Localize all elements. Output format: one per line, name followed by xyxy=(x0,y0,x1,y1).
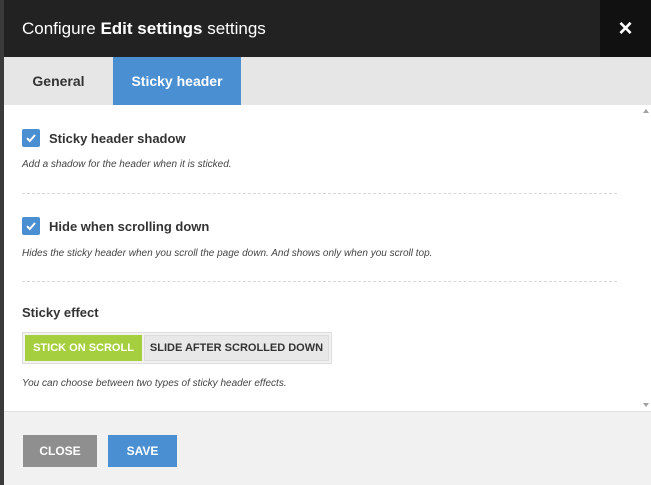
title-bold: Edit settings xyxy=(100,19,203,38)
tab-bar: General Sticky header xyxy=(4,57,651,105)
shadow-description: Add a shadow for the header when it is s… xyxy=(22,159,232,170)
hide-checkbox[interactable] xyxy=(22,217,40,235)
close-icon[interactable]: × xyxy=(600,0,651,57)
hide-setting[interactable]: Hide when scrolling down xyxy=(22,217,209,235)
tab-general[interactable]: General xyxy=(4,57,113,105)
settings-modal: Configure Edit settings settings × Gener… xyxy=(4,0,651,485)
divider xyxy=(22,281,617,282)
option-stick-on-scroll[interactable]: STICK ON SCROLL xyxy=(25,335,142,361)
divider xyxy=(22,193,617,194)
option-slide-after-scrolled-down[interactable]: SLIDE AFTER SCROLLED DOWN xyxy=(144,335,329,361)
check-icon xyxy=(26,134,36,143)
shadow-label: Sticky header shadow xyxy=(49,130,186,146)
close-button[interactable]: CLOSE xyxy=(23,435,97,467)
hide-label: Hide when scrolling down xyxy=(49,218,210,234)
sticky-effect-selector: STICK ON SCROLL SLIDE AFTER SCROLLED DOW… xyxy=(22,332,332,364)
title-prefix: Configure xyxy=(22,19,96,38)
sticky-effect-label: Sticky effect xyxy=(22,305,99,320)
title-suffix: settings xyxy=(207,19,266,38)
scroll-up-arrow-icon[interactable] xyxy=(643,109,649,113)
content-scrollbar[interactable] xyxy=(639,105,651,411)
modal-footer: CLOSE SAVE xyxy=(4,411,651,485)
scroll-down-arrow-icon[interactable] xyxy=(643,403,649,407)
settings-content: Sticky header shadow Add a shadow for th… xyxy=(4,105,651,411)
shadow-setting[interactable]: Sticky header shadow xyxy=(22,129,186,147)
check-icon xyxy=(26,222,36,231)
sticky-effect-description: You can choose between two types of stic… xyxy=(22,378,287,389)
shadow-checkbox[interactable] xyxy=(22,129,40,147)
tab-sticky-header[interactable]: Sticky header xyxy=(113,57,241,105)
modal-title: Configure Edit settings settings xyxy=(22,18,266,40)
hide-description: Hides the sticky header when you scroll … xyxy=(22,248,433,259)
modal-titlebar: Configure Edit settings settings × xyxy=(4,0,651,57)
save-button[interactable]: SAVE xyxy=(108,435,177,467)
